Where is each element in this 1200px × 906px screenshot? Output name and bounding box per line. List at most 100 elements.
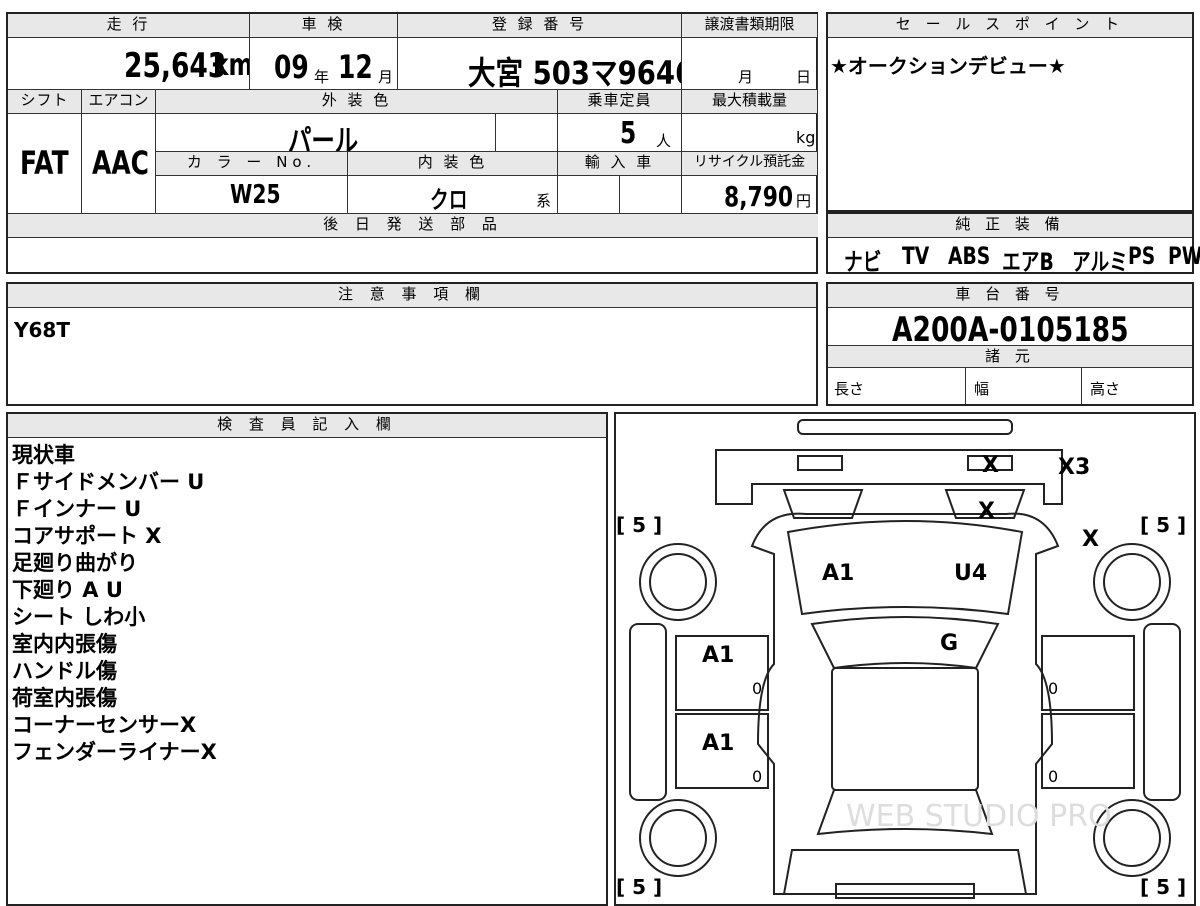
- inspector-line: シート しわ小: [12, 605, 146, 629]
- interior-color-suffix: 系: [536, 192, 552, 210]
- equipment-item-alumi: アルミ: [1072, 248, 1128, 276]
- shift-header: シフト: [8, 90, 82, 114]
- recycle-cell: 8,790 円: [682, 176, 818, 214]
- aircon-cell: AAC: [82, 114, 156, 214]
- mileage-value: 25,643: [124, 46, 227, 86]
- inspector-line: ハンドル傷: [12, 659, 117, 683]
- wheel-front-right: [1093, 543, 1171, 621]
- spec-length-label: 長さ: [834, 380, 865, 398]
- mark-door-fl: A1: [702, 643, 734, 668]
- equipment-item-tv: TV: [902, 242, 930, 270]
- shift-cell: FAT: [8, 114, 82, 214]
- inspector-line: 下廻り A U: [12, 578, 123, 602]
- sill-right: [1143, 623, 1181, 801]
- recycle-unit: 円: [796, 192, 812, 210]
- equipment-header: 純 正 装 備: [828, 214, 1192, 238]
- sales-point-box: セ ー ル ス ポ イ ン ト ★オークションデビュー★: [826, 12, 1194, 212]
- equipment-item-navi: ナビ: [844, 248, 882, 276]
- spec-length-cell: 長さ: [828, 368, 966, 404]
- notes-text: Y68T: [14, 318, 70, 342]
- inspection-year-unit: 年: [314, 68, 330, 86]
- mark-grille-x: X: [978, 499, 995, 524]
- import-header: 輸 入 車: [558, 152, 682, 176]
- import-cell-b: [620, 176, 682, 214]
- capacity-value: 5: [620, 116, 637, 151]
- door-front-right: [1041, 635, 1135, 711]
- mark-zero-fl: 0: [752, 679, 762, 698]
- tread-rl: [ 5 ]: [616, 875, 662, 899]
- exterior-color-cell: パール: [156, 114, 496, 152]
- inspection-year: 09: [274, 48, 309, 86]
- notes-header: 注 意 事 項 欄: [8, 284, 816, 308]
- spec-width-cell: 幅: [966, 368, 1082, 404]
- chassis-box: 車 台 番 号 A200A-0105185 諸 元 長さ 幅 高さ: [826, 282, 1194, 406]
- later-parts-body: [8, 238, 818, 272]
- spec-height-cell: 高さ: [1082, 368, 1192, 404]
- equipment-item-ps: PS: [1128, 242, 1156, 270]
- inspection-month-unit: 月: [378, 68, 394, 86]
- rear-hatch: [782, 849, 1028, 895]
- inspector-line: 足廻り曲がり: [12, 551, 138, 575]
- spec-height-label: 高さ: [1090, 380, 1121, 398]
- wheel-rear-left: [639, 799, 717, 877]
- watermark: WEB STUDIO PRO: [846, 799, 1112, 834]
- chassis-value-cell: A200A-0105185: [828, 308, 1192, 346]
- color-no-header: カ ラ ー No.: [156, 152, 348, 176]
- front-bumper-strip: [797, 419, 1013, 435]
- mark-right-x: X: [1082, 527, 1099, 552]
- tread-rr: [ 5 ]: [1140, 875, 1186, 899]
- max-load-unit: kg: [796, 128, 816, 147]
- sales-point-text: ★オークションデビュー★: [830, 54, 1066, 78]
- equipment-item-airbag: エアB: [1002, 248, 1054, 276]
- exterior-color-value: パール: [288, 124, 359, 152]
- capacity-header: 乗車定員: [558, 90, 682, 114]
- wheel-front-left: [639, 543, 717, 621]
- chassis-header: 車 台 番 号: [828, 284, 1192, 308]
- mark-zero-rl: 0: [752, 767, 762, 786]
- sill-left: [629, 623, 667, 801]
- inspection-cell: 09 年 12 月: [250, 38, 398, 90]
- capacity-cell: 5 人: [558, 114, 682, 152]
- capacity-unit: 人: [656, 132, 672, 150]
- mark-windshield-g: G: [940, 631, 958, 656]
- equipment-item-abs: ABS: [948, 242, 991, 270]
- front-lamp-left: [797, 455, 843, 471]
- mark-front-x: X: [982, 453, 999, 478]
- interior-color-value: クロ: [430, 186, 468, 214]
- transfer-day-unit: 日: [796, 68, 812, 86]
- equipment-item-pw: PW: [1168, 242, 1200, 270]
- equipment-box: 純 正 装 備 ナビ TV ABS エアB アルミ PS PW: [826, 212, 1200, 276]
- aircon-header: エアコン: [82, 90, 156, 114]
- chassis-value: A200A-0105185: [892, 310, 1129, 346]
- inspector-line: フェンダーライナーX: [12, 740, 217, 764]
- inspection-month: 12: [338, 48, 373, 86]
- mileage-header: 走 行: [8, 14, 250, 38]
- inspector-line: 室内内張傷: [12, 632, 117, 656]
- equipment-list: ナビ TV ABS エアB アルミ PS PW: [838, 240, 1200, 276]
- registration-cell: 大宮 503マ9646: [398, 38, 682, 90]
- vehicle-info-table: 走 行 車 検 登 録 番 号 譲渡書類期限 25,643 km 09 年 12…: [6, 12, 818, 274]
- color-no-cell: W25: [156, 176, 348, 214]
- mark-door-rl: A1: [702, 731, 734, 756]
- mark-zero-rr: 0: [1048, 767, 1058, 786]
- registration-header: 登 録 番 号: [398, 14, 682, 38]
- windshield: [810, 616, 1000, 670]
- inspector-line: Ｆサイドメンバー U: [12, 470, 205, 494]
- mileage-cell: 25,643 km: [8, 38, 250, 90]
- mark-hood-u4: U4: [954, 561, 987, 586]
- notes-box: 注 意 事 項 欄 Y68T: [6, 282, 818, 406]
- specs-header: 諸 元: [828, 346, 1192, 368]
- transfer-deadline-cell: 月 日: [682, 38, 818, 90]
- inspector-line: コーナーセンサーX: [12, 713, 197, 737]
- front-bumper: [715, 449, 1063, 505]
- interior-color-cell: クロ 系: [348, 176, 558, 214]
- exterior-color-header: 外 装 色: [156, 90, 558, 114]
- transfer-deadline-header: 譲渡書類期限: [682, 14, 818, 38]
- exterior-color-extra: [496, 114, 558, 152]
- max-load-cell: kg: [682, 114, 818, 152]
- mileage-unit: km: [213, 48, 250, 83]
- color-no-value: W25: [230, 180, 281, 210]
- body-outline: [750, 512, 1060, 895]
- interior-color-header: 内 装 色: [348, 152, 558, 176]
- spec-width-label: 幅: [974, 380, 990, 398]
